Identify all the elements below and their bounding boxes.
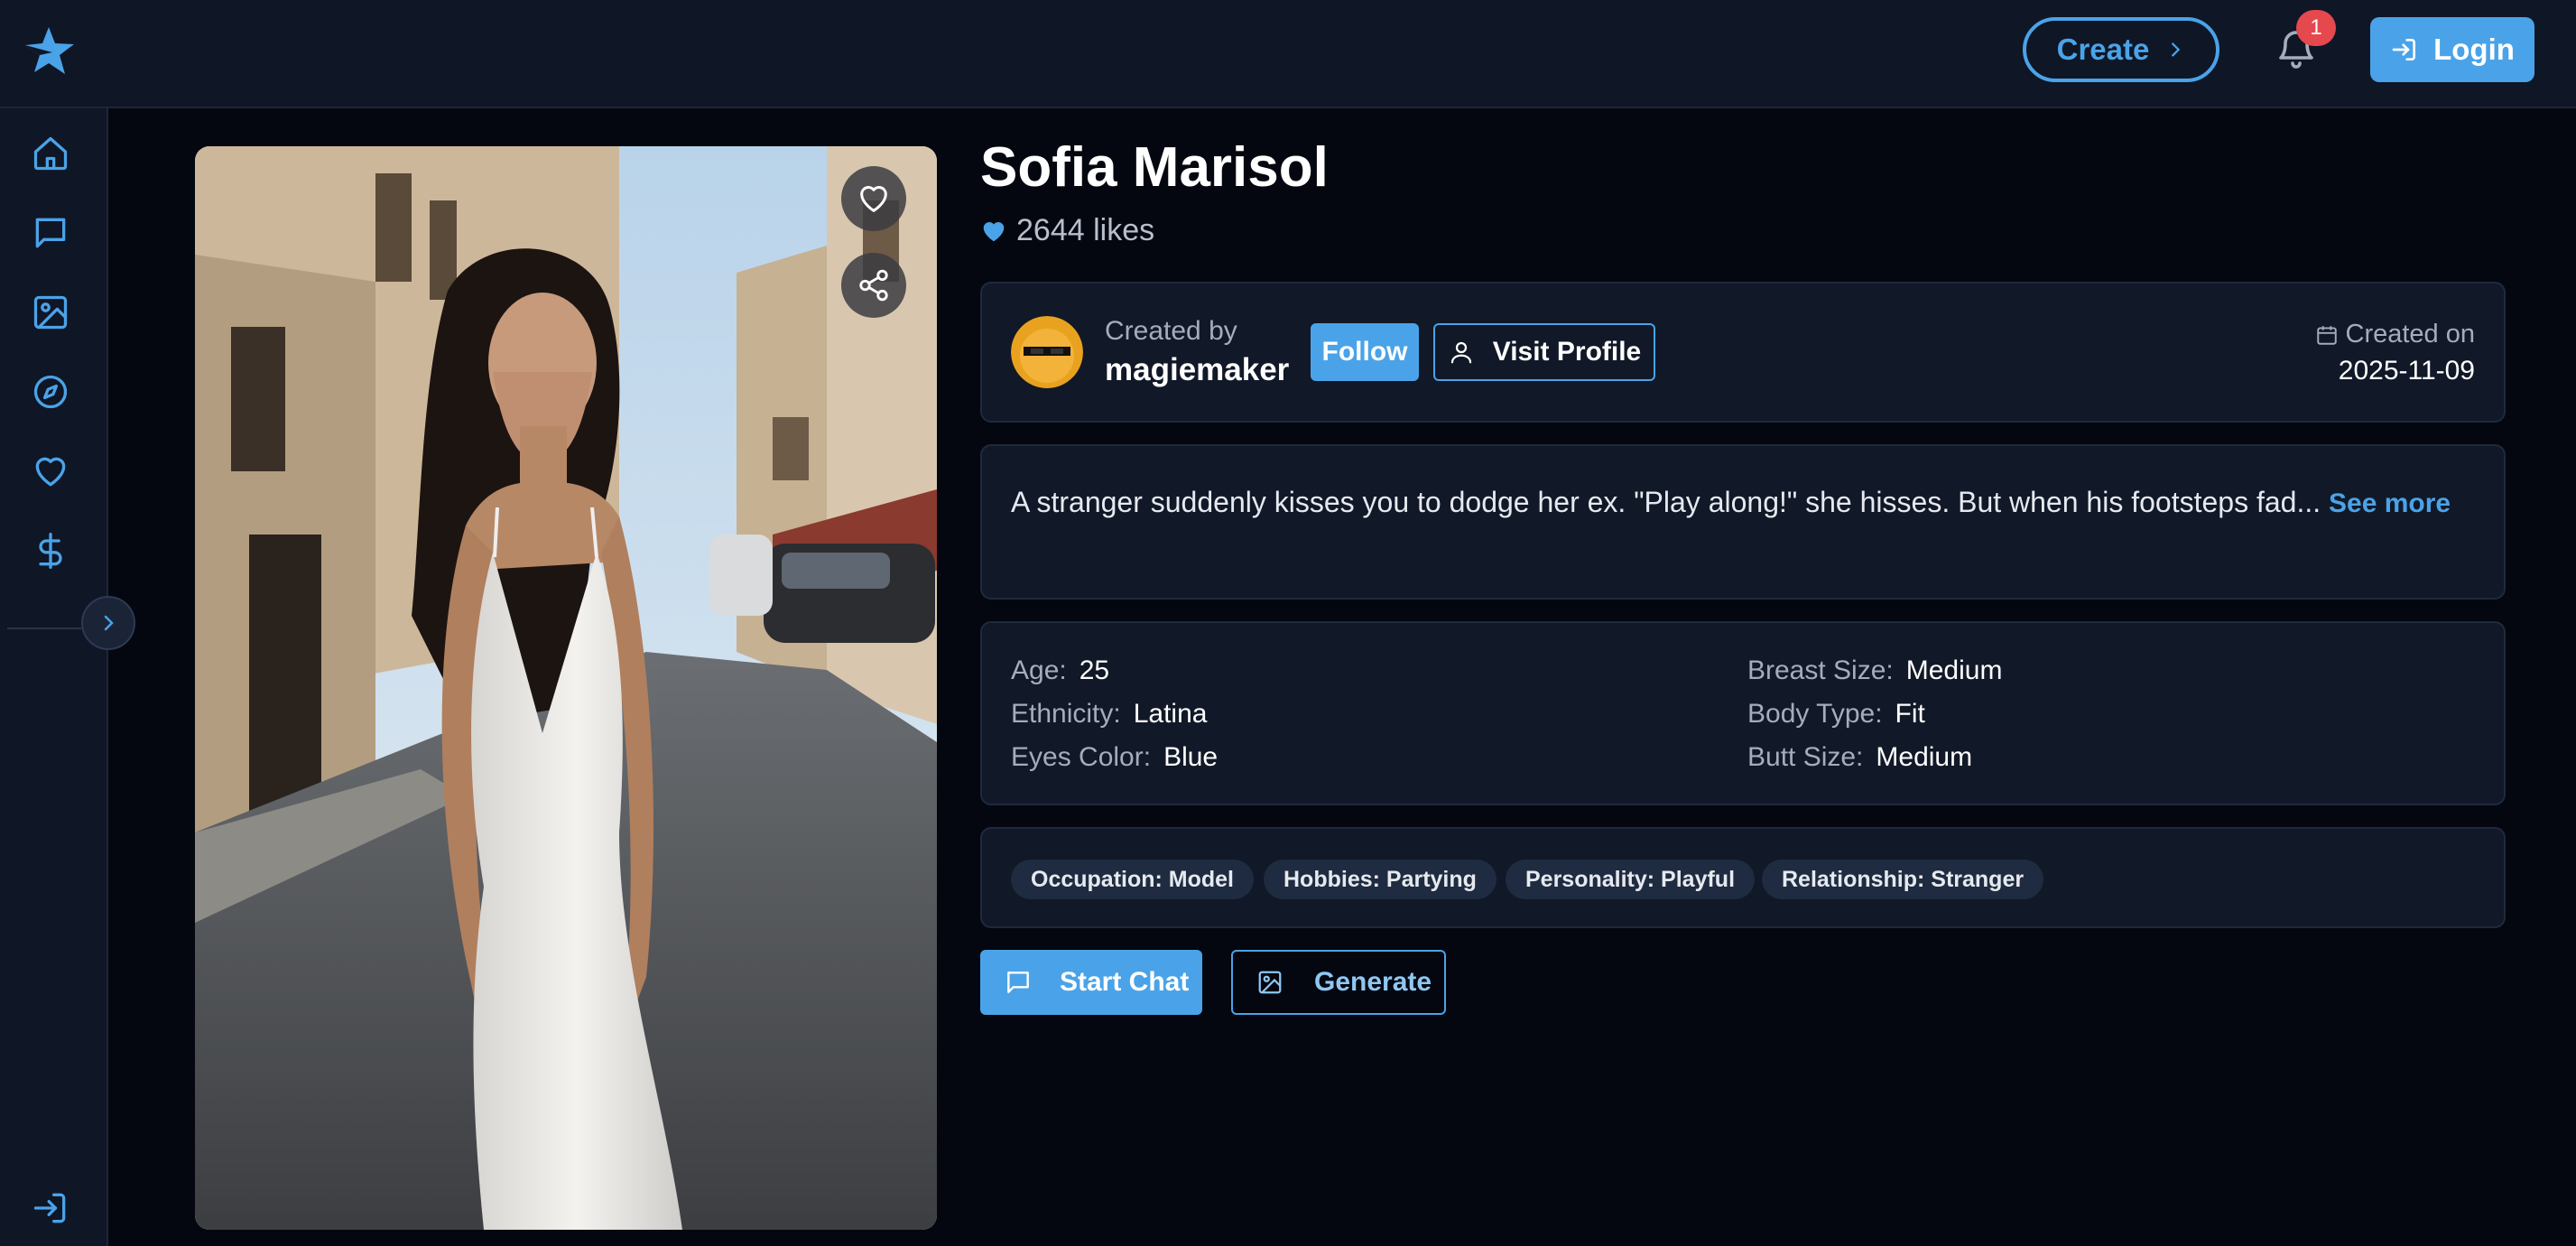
share-button[interactable] [841,253,906,318]
attr-eyes-color: Eyes Color: Blue [1011,742,1219,772]
create-label: Create [2056,33,2150,66]
sidebar-divider [7,628,81,629]
login-label: Login [2433,33,2515,66]
attr-age: Age: 25 [1011,656,1110,685]
generate-button[interactable]: Generate [1231,950,1446,1015]
chat-icon[interactable] [31,213,70,253]
created-on-date: 2025-11-09 [2338,356,2475,386]
creator-name[interactable]: magiemaker [1105,352,1289,388]
compass-icon[interactable] [31,372,70,412]
create-button[interactable]: Create [2023,17,2219,82]
chevron-right-icon [2172,42,2181,57]
star-logo-icon[interactable] [22,25,76,76]
character-name: Sofia Marisol [980,136,1329,199]
tag-relationship: Relationship: Stranger [1762,860,2044,899]
login-icon [2392,39,2416,60]
description-text: A stranger suddenly kisses you to dodge … [1011,486,2321,518]
start-chat-label: Start Chat [1060,967,1190,997]
created-by-label: Created by [1105,316,1237,346]
created-on-label: Created on [2315,320,2475,349]
portrait-image [195,146,937,1230]
home-icon[interactable] [31,134,70,173]
creator-card: Created by magiemaker Follow Visit Profi… [980,282,2506,423]
attr-body-type: Body Type: Fit [1747,699,1925,729]
login-icon[interactable] [31,1188,70,1228]
visit-profile-label: Visit Profile [1492,337,1642,367]
share-icon [859,269,888,302]
attr-butt-size: Butt Size: Medium [1747,742,1973,772]
heart-icon[interactable] [31,451,70,491]
attr-breast-size: Breast Size: Medium [1747,656,2003,685]
visit-profile-button[interactable]: Visit Profile [1433,323,1655,381]
character-portrait [195,146,937,1230]
likes-count: 2644 likes [980,213,1154,248]
favorite-button[interactable] [841,166,906,231]
tag-personality: Personality: Playful [1506,860,1756,899]
avatar-image [1011,316,1083,388]
description-card: A stranger suddenly kisses you to dodge … [980,444,2506,600]
generate-label: Generate [1314,967,1432,997]
likes-label: 2644 likes [1016,213,1155,247]
follow-button[interactable]: Follow [1311,323,1419,381]
login-button[interactable]: Login [2370,17,2534,82]
tag-occupation: Occupation: Model [1011,860,1254,899]
tags-card: Occupation: Model Hobbies: Partying Pers… [980,827,2506,928]
description: A stranger suddenly kisses you to dodge … [1011,479,2475,527]
heart-icon [860,186,887,212]
heart-filled-icon [983,221,1005,241]
avatar[interactable] [1011,316,1083,388]
sidebar [0,108,108,1246]
chat-icon [1007,972,1029,993]
start-chat-button[interactable]: Start Chat [980,950,1202,1015]
tag-hobbies: Hobbies: Partying [1264,860,1496,899]
attr-ethnicity: Ethnicity: Latina [1011,699,1208,729]
image-icon [1258,971,1282,994]
image-icon[interactable] [31,293,70,332]
top-bar: Create 1 Login [0,0,2576,108]
sidebar-collapse-button[interactable] [81,596,135,650]
see-more-link[interactable]: See more [2329,488,2451,518]
notification-badge: 1 [2296,10,2336,46]
dollar-icon[interactable] [31,531,70,571]
attributes-card: Age: 25 Ethnicity: Latina Eyes Color: Blue … [980,621,2506,805]
chevron-right-icon [104,615,114,631]
user-icon [1450,341,1471,364]
calendar-icon [2316,325,2337,345]
